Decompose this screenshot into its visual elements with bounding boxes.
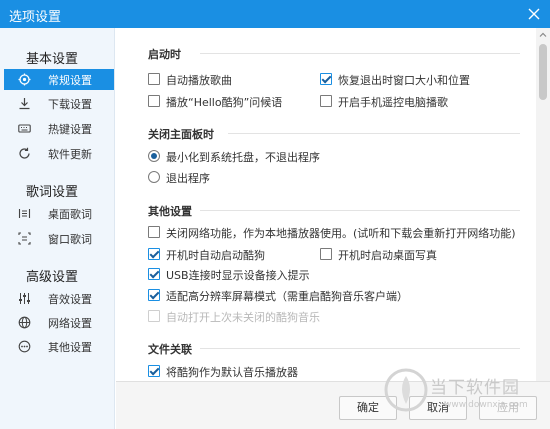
equalizer-icon [18,292,31,305]
section-title-close: 关闭主面板时 [148,128,214,141]
group-title-advanced: 高级设置 [26,270,79,285]
group-title-basic: 基本设置 [26,52,79,67]
sidebar-item-general[interactable]: 常规设置 [4,69,114,90]
checkbox-box [148,95,160,107]
checkbox-box [320,248,332,260]
checkbox-box [148,268,160,280]
scrollbar-thumb[interactable] [539,44,547,100]
section-title-file-association: 文件关联 [148,343,192,356]
group-title-lyrics: 歌词设置 [26,185,79,200]
checkbox-box [148,73,160,85]
radio-button [148,171,160,183]
globe-icon [18,316,31,329]
apply-button: 应用 [479,396,537,420]
window-lyrics-icon [18,232,31,245]
radio-button [148,150,160,162]
refresh-icon [18,147,31,160]
checkbox-box [148,365,160,377]
sidebar: 基本设置 常规设置 下载设置 热键设置 软件更新 歌词设置 桌面歌词 窗口歌词 … [0,28,115,429]
sidebar-item-update[interactable]: 软件更新 [4,143,114,164]
dialog-footer: 确定 取消 应用 [116,381,550,429]
settings-content: 启动时 自动播放歌曲 恢复退出时窗口大小和位置 播放“Hello酷狗”问候语 开… [116,28,534,381]
sidebar-item-hotkey[interactable]: 热键设置 [4,118,114,139]
checkbox-box [320,73,332,85]
checkbox-box [148,310,160,322]
sidebar-item-network[interactable]: 网络设置 [4,312,114,333]
gear-icon [18,73,31,86]
section-title-other: 其他设置 [148,205,192,218]
checkbox-box [320,95,332,107]
checkbox-box [148,226,160,238]
sidebar-item-desktop-lyrics[interactable]: 桌面歌词 [4,203,114,224]
section-divider [228,133,520,134]
ok-button[interactable]: 确定 [339,396,397,420]
close-icon [528,8,540,20]
checkbox-box [148,289,160,301]
section-title-startup: 启动时 [148,48,181,61]
scroll-up-arrow-icon[interactable] [536,28,550,42]
sidebar-item-download[interactable]: 下载设置 [4,93,114,114]
section-divider [200,210,520,211]
window-title: 选项设置 [9,10,62,25]
title-bar: 选项设置 [0,0,550,28]
sidebar-item-sound-effects[interactable]: 音效设置 [4,288,114,309]
checkbox-box [148,248,160,260]
section-divider [200,53,520,54]
cancel-button[interactable]: 取消 [409,396,467,420]
vertical-scrollbar[interactable] [536,28,550,381]
sidebar-item-window-lyrics[interactable]: 窗口歌词 [4,228,114,249]
download-icon [18,97,31,110]
sidebar-item-other[interactable]: 其他设置 [4,336,114,357]
desktop-lyrics-icon [18,207,31,220]
keyboard-icon [18,122,31,135]
more-icon [18,340,31,353]
section-divider [200,348,520,349]
close-button[interactable] [524,4,544,24]
